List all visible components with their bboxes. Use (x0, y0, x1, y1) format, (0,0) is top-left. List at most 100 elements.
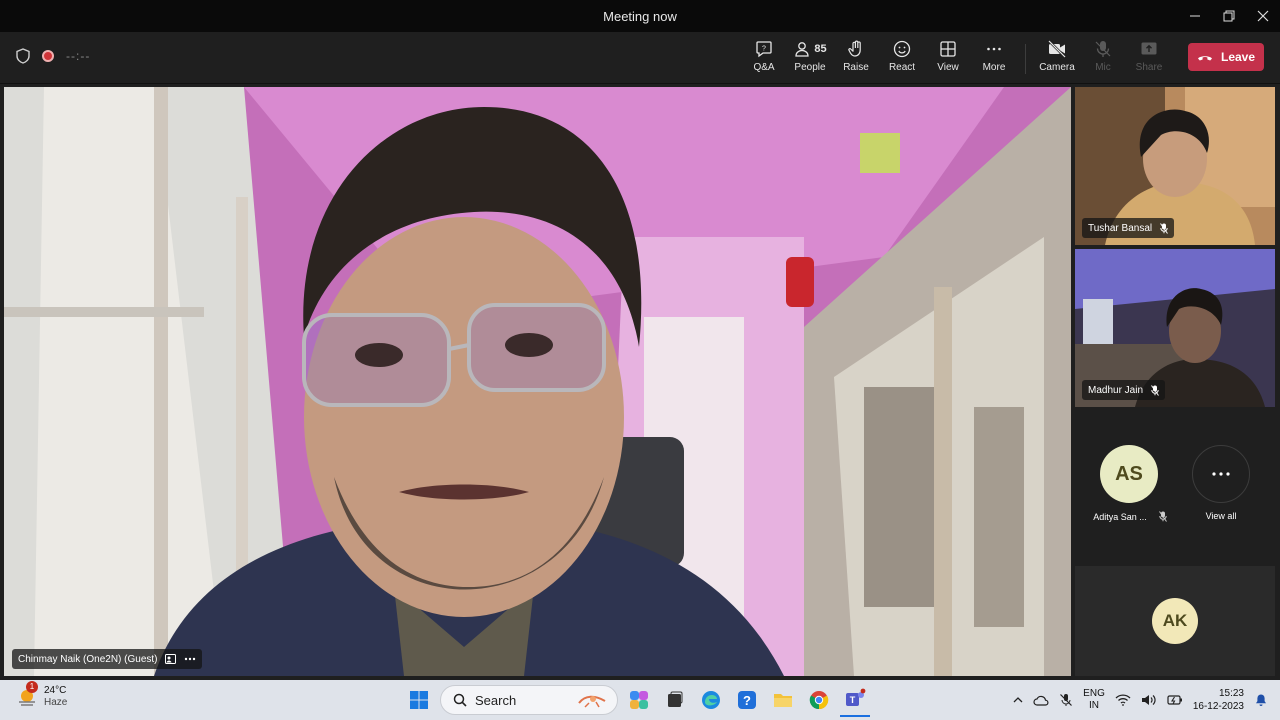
restore-icon (1223, 10, 1235, 22)
people-count: 85 (814, 43, 827, 55)
close-button[interactable] (1246, 0, 1280, 32)
smiley-icon (893, 40, 911, 58)
madhur-name: Madhur Jain (1088, 384, 1144, 396)
volume-icon[interactable] (1141, 693, 1157, 707)
participant-tile-tushar[interactable]: Tushar Bansal (1075, 87, 1275, 245)
raise-hand-button[interactable]: Raise (833, 39, 879, 79)
qa-label: Q&A (753, 62, 775, 73)
shield-icon[interactable] (16, 48, 30, 64)
meeting-toolbar: --:-- ? Q&A 85 People Raise React View M… (0, 32, 1280, 84)
title-bar: Meeting now (0, 0, 1280, 32)
ellipsis-icon (987, 47, 1001, 51)
nametag-more-icon[interactable] (184, 657, 196, 661)
weather-widget[interactable]: 1 24°C Haze (16, 681, 67, 709)
view-all-button[interactable]: View all (1185, 410, 1275, 530)
restore-button[interactable] (1212, 0, 1246, 32)
share-button[interactable]: Share (1126, 39, 1172, 79)
weather-icon-wrap: 1 (16, 681, 38, 708)
qa-icon: ? (756, 41, 772, 58)
participant-video-feed (4, 87, 1071, 676)
leave-button[interactable]: Leave (1188, 43, 1264, 71)
camera-label: Camera (1039, 62, 1075, 73)
taskbar-edge[interactable] (696, 683, 726, 717)
react-button[interactable]: React (879, 39, 925, 79)
main-participant-nametag: Chinmay Naik (One2N) (Guest) (12, 649, 203, 669)
more-label: More (982, 62, 1006, 73)
camera-off-icon (1048, 40, 1066, 58)
clock-time: 15:23 (1218, 688, 1244, 699)
mic-muted-icon (1158, 511, 1167, 522)
mic-label: Mic (1095, 62, 1111, 73)
tushar-nametag: Tushar Bansal (1082, 218, 1175, 238)
participant-aditya[interactable]: AS Aditya San ... (1075, 410, 1185, 530)
tushar-name: Tushar Bansal (1088, 222, 1153, 234)
people-icon (795, 42, 810, 57)
clock-date: 16-12-2023 (1192, 701, 1244, 712)
leave-label: Leave (1220, 50, 1256, 64)
minimize-icon (1190, 15, 1200, 17)
taskbar-search[interactable]: Search (440, 685, 618, 715)
view-all-circle (1192, 445, 1250, 503)
react-label: React (888, 62, 916, 73)
svg-text:?: ? (762, 46, 766, 53)
camera-button[interactable]: Camera (1034, 39, 1080, 79)
system-tray: ENG IN 15:23 16-12-2023 (1013, 680, 1268, 720)
people-indicator: 85 (793, 39, 827, 59)
clock[interactable]: 15:23 16-12-2023 (1193, 687, 1244, 713)
start-button[interactable] (404, 683, 434, 717)
guest-badge-icon (165, 654, 177, 664)
weather-temp: 24°C (44, 685, 67, 696)
meeting-status: --:-- (16, 48, 90, 64)
taskbar-help[interactable]: ? (732, 683, 762, 717)
onedrive-cloud-icon[interactable] (1033, 694, 1049, 706)
language-line2: IN (1089, 700, 1099, 711)
notification-bell-icon[interactable] (1254, 693, 1268, 707)
main-video[interactable]: Chinmay Naik (One2N) (Guest) (4, 87, 1071, 676)
language-indicator[interactable]: ENG IN (1083, 688, 1105, 712)
taskbar-copilot[interactable] (624, 683, 654, 717)
mic-button[interactable]: Mic (1080, 39, 1126, 79)
grid-icon (940, 41, 956, 57)
weather-desc: Haze (44, 697, 68, 708)
chrome-icon (809, 691, 829, 710)
self-preview-tile[interactable]: AK (1075, 566, 1275, 676)
raise-hand-icon (848, 40, 861, 57)
wifi-icon[interactable] (1115, 694, 1131, 706)
chevron-up-icon[interactable] (1013, 696, 1023, 704)
qa-button[interactable]: ? Q&A (741, 39, 787, 79)
meeting-timer: --:-- (66, 49, 91, 63)
mic-muted-tray-icon[interactable] (1059, 693, 1073, 707)
ellipsis-icon (1212, 472, 1230, 476)
window-title: Meeting now (603, 9, 677, 24)
toolbar-divider (1025, 44, 1026, 74)
help-icon: ? (738, 691, 756, 709)
mic-off-icon (1095, 41, 1111, 57)
taskbar-teams[interactable]: T (840, 683, 870, 717)
participant-tile-madhur[interactable]: Madhur Jain (1075, 249, 1275, 407)
windows-logo-icon (410, 691, 428, 709)
taskbar-chrome[interactable] (804, 683, 834, 717)
mic-muted-icon (1151, 384, 1159, 396)
taskbar-file-explorer[interactable] (768, 683, 798, 717)
view-button[interactable]: View (925, 39, 971, 79)
weather-text: 24°C Haze (44, 685, 67, 709)
people-label: People (794, 62, 826, 73)
copilot-icon (630, 691, 648, 709)
taskbar-task-view[interactable] (660, 683, 690, 717)
toolbar-actions: ? Q&A 85 People Raise React View More Ca… (741, 39, 1264, 79)
audio-participants: AS Aditya San ... View all (1075, 410, 1275, 560)
self-avatar: AK (1152, 598, 1198, 644)
teams-icon: T (846, 688, 866, 706)
aditya-name: Aditya San ... (1093, 511, 1147, 522)
people-button[interactable]: 85 People (787, 39, 833, 79)
search-highlight-icon (578, 695, 606, 708)
language-line1: ENG (1083, 688, 1105, 699)
battery-icon[interactable] (1167, 694, 1183, 706)
more-button[interactable]: More (971, 39, 1017, 79)
view-label: View (937, 62, 959, 73)
main-participant-name: Chinmay Naik (One2N) (Guest) (18, 653, 158, 665)
minimize-button[interactable] (1178, 0, 1212, 32)
windows-taskbar: 1 24°C Haze Search ? T ENG IN 15:23 16-1… (0, 680, 1280, 720)
aditya-label: Aditya San ... (1075, 511, 1185, 522)
view-all-label: View all (1205, 511, 1237, 521)
